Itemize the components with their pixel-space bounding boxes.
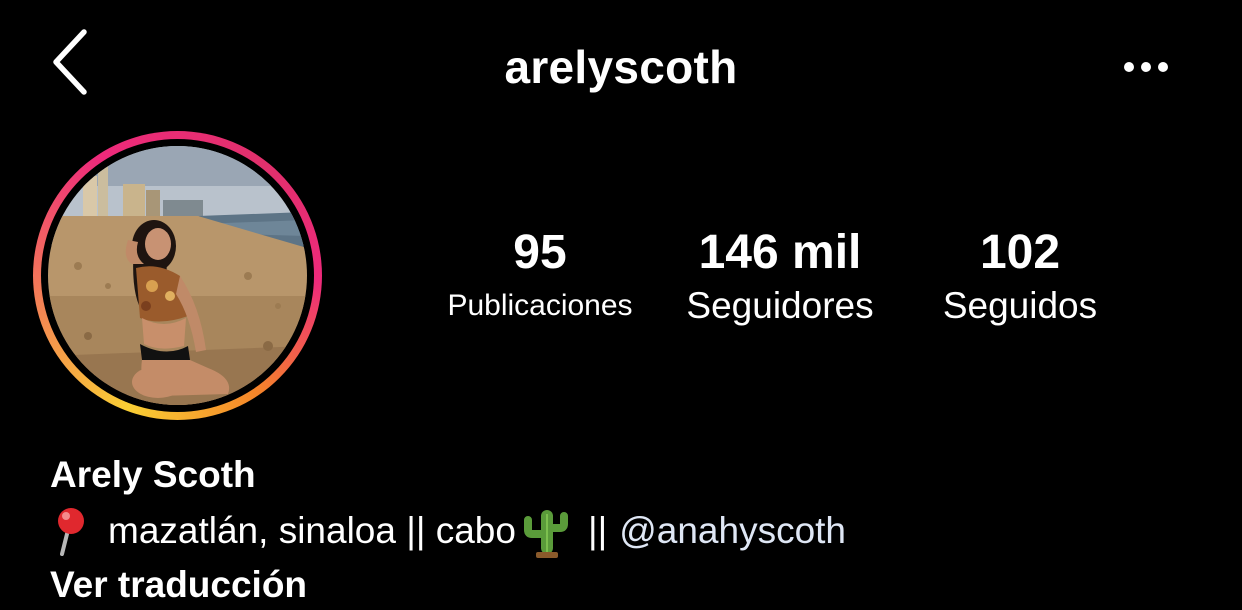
bio-text: mazatlán, sinaloa || cabo || @anahyscoth: [50, 504, 846, 558]
followers-count-label: Seguidores: [686, 285, 874, 326]
posts-count-label: Publicaciones: [447, 289, 633, 322]
avatar: [48, 146, 307, 405]
profile-header: arelyscoth: [0, 0, 1242, 136]
bio-location-text: mazatlán, sinaloa || cabo: [108, 510, 516, 551]
profile-display-name: Arely Scoth: [50, 454, 256, 495]
posts-count[interactable]: 95 Publicaciones: [430, 222, 650, 328]
round-pushpin-icon: [50, 504, 90, 558]
more-options-button[interactable]: [1110, 44, 1182, 90]
following-count[interactable]: 102 Seguidos: [920, 222, 1120, 328]
posts-count-value: 95: [513, 226, 567, 279]
followers-count-value: 146 mil: [698, 226, 862, 279]
profile-username: arelyscoth: [504, 41, 738, 93]
more-horizontal-icon: [1110, 44, 1182, 90]
see-translation-link[interactable]: Ver traducción: [50, 560, 307, 610]
bio-mention-link[interactable]: @anahyscoth: [619, 504, 846, 558]
following-count-label: Seguidos: [942, 285, 1098, 326]
avatar-photo-beach: [48, 146, 307, 405]
bio-separator: ||: [587, 510, 608, 551]
cactus-icon: [522, 504, 570, 558]
following-count-value: 102: [979, 226, 1061, 279]
followers-count[interactable]: 146 mil Seguidores: [665, 222, 895, 328]
profile-avatar-story-ring[interactable]: [33, 131, 322, 420]
